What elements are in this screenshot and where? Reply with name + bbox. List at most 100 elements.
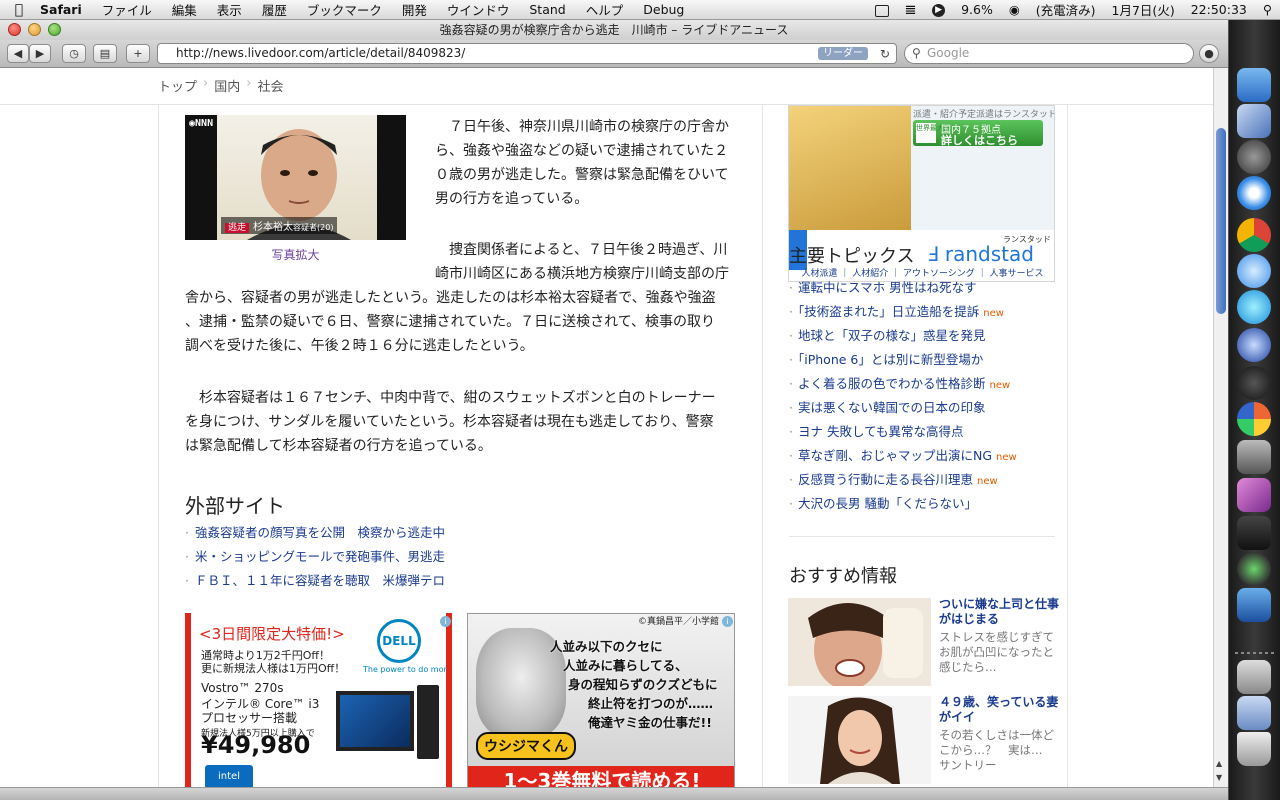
screen-share-icon[interactable] [867, 2, 897, 17]
topic-item-4[interactable]: · 「iPhone 6」とは別に新型登場か [789, 349, 987, 368]
dell-ad-cpu-2[interactable]: プロセッサー搭載 [201, 709, 297, 726]
menu-file[interactable]: ファイル [92, 0, 162, 19]
topic-item-9-text[interactable]: 反感買う行動に走る長谷川理恵 [798, 472, 973, 487]
recommended-2-title-line-1[interactable]: ４９歳、笑っている妻 [939, 695, 1058, 710]
scroll-up-arrow-icon[interactable]: ▲ [1216, 759, 1226, 769]
topic-item-9[interactable]: · 反感買う行動に走る長谷川理恵 new [789, 469, 998, 488]
trash-icon[interactable] [1237, 732, 1271, 766]
manga-ad[interactable]: ©真鍋昌平／小学館 人並み以下のクセに 人並みに暮らしてる、 身の程知らずのクズ… [467, 613, 735, 787]
external-link-1[interactable]: · 強姦容疑者の顔写真を公開 検察から逃走中 [185, 522, 445, 541]
topic-item-2[interactable]: · 「技術盗まれた」日立造船を提訴 new [789, 301, 1004, 320]
external-link-3-text[interactable]: ＦＢＩ、１１年に容疑者を聴取 米爆弾テロ [195, 573, 445, 588]
safari-icon[interactable] [1237, 176, 1271, 210]
randstad-cta-line-2[interactable]: 詳しくはこちら [941, 132, 1018, 148]
system-preferences-icon[interactable] [1237, 440, 1271, 474]
chrome-icon[interactable] [1237, 218, 1271, 252]
url-text[interactable]: http://news.livedoor.com/article/detail/… [176, 46, 465, 60]
manga-ad-line-5[interactable]: 俺達ヤミ金の仕事だ!! [588, 712, 712, 731]
dell-ad-banner[interactable]: <3日間限定大特価!> [199, 623, 345, 644]
dell-tagline[interactable]: The power to do more [363, 665, 446, 674]
manga-ad-line-2[interactable]: 人並みに暮らしてる、 [563, 655, 688, 674]
topic-item-7-text[interactable]: ヨナ 失敗しても異常な高得点 [798, 424, 963, 439]
dell-ad-price[interactable]: ¥49,980 [201, 731, 310, 759]
external-link-2-text[interactable]: 米・ショッピングモールで発砲事件、男逃走 [195, 549, 445, 564]
menu-stand[interactable]: Stand [519, 2, 575, 17]
randstad-logo-text[interactable]: randstad [945, 242, 1034, 266]
article-photo[interactable]: ◉NNN 逃走 杉本裕太容疑者(20) [185, 115, 406, 240]
speaker-icon[interactable] [1237, 140, 1271, 174]
zoom-window-button[interactable] [48, 23, 61, 36]
photo-enlarge-link[interactable]: 写真拡大 [185, 246, 406, 263]
wifi-icon[interactable]: ◉ [1001, 2, 1028, 17]
menu-date[interactable]: 1月7日(火) [1104, 0, 1183, 19]
randstad-logo[interactable]: Ⅎ randstad [927, 242, 1034, 266]
reader-button[interactable]: リーダー [818, 47, 868, 60]
dell-logo[interactable]: DELL [377, 619, 421, 663]
menu-time[interactable]: 22:50:33 [1183, 2, 1255, 17]
forward-button[interactable]: ▶ [29, 44, 51, 63]
breadcrumb-society[interactable]: 社会 [257, 76, 283, 95]
spotlight-icon[interactable]: ⚲ [1255, 2, 1280, 17]
randstad-photo[interactable] [789, 106, 911, 230]
randstad-cta-button[interactable]: 世界最大級 国内７５拠点 詳しくはこちら [913, 120, 1043, 148]
scroll-down-arrow-icon[interactable]: ▼ [1216, 773, 1226, 783]
dell-ad-model[interactable]: Vostro™ 270s [201, 681, 284, 695]
ad-choices-icon[interactable]: i [440, 616, 451, 627]
fork-icon[interactable]: 𝌆 [897, 2, 924, 17]
dell-tower-image[interactable] [417, 685, 439, 759]
colorsync-icon[interactable] [1237, 402, 1271, 436]
battery-status[interactable]: (充電済み) [1028, 0, 1104, 19]
topic-item-1-text[interactable]: 運転中にスマホ 男性はね死なす [798, 280, 977, 295]
bookmarks-book-icon[interactable]: ▤ [93, 44, 117, 63]
quicktime-icon[interactable] [1237, 290, 1271, 324]
recommended-1-image[interactable] [788, 598, 931, 686]
menu-debug[interactable]: Debug [633, 2, 694, 17]
recommended-2-image[interactable] [788, 696, 931, 784]
back-button[interactable]: ◀ [7, 44, 29, 63]
topic-item-10-text[interactable]: 大沢の長男 騒動「くだらない」 [798, 496, 977, 511]
topic-item-5-text[interactable]: よく着る服の色でわかる性格診断 [798, 376, 986, 391]
intel-badge[interactable]: intel inside [205, 765, 253, 787]
reload-icon[interactable]: ↻ [880, 45, 890, 64]
clock-icon[interactable] [1237, 366, 1271, 400]
topic-item-5[interactable]: · よく着る服の色でわかる性格診断 new [789, 373, 1010, 392]
breadcrumb-domestic[interactable]: 国内 [214, 76, 240, 95]
menu-window[interactable]: ウインドウ [437, 0, 520, 19]
manga-ad-line-1[interactable]: 人並み以下のクセに [550, 636, 663, 655]
external-link-1-text[interactable]: 強姦容疑者の顔写真を公開 検察から逃走中 [195, 525, 445, 540]
downloads-button[interactable]: ● [1199, 44, 1219, 63]
dell-ad[interactable]: <3日間限定大特価!> 通常時より1万2千円Off！ 更に新規法人様は1万円Of… [185, 613, 452, 787]
menu-bookmarks[interactable]: ブックマーク [297, 0, 392, 19]
external-link-3[interactable]: · ＦＢＩ、１１年に容疑者を聴取 米爆弾テロ [185, 570, 445, 589]
topic-item-4-text[interactable]: 「iPhone 6」とは別に新型登場か [798, 352, 983, 367]
ad-choices-icon[interactable]: i [722, 616, 733, 627]
topic-item-3-text[interactable]: 地球と「双子の様な」惑星を発見 [798, 328, 986, 343]
recommended-2-title-line-2[interactable]: がイイ [939, 710, 975, 725]
recommended-1-title-line-1[interactable]: ついに嫌な上司と仕事 [939, 597, 1059, 612]
topic-item-8[interactable]: · 草なぎ剛、おじゃマップ出演にNG new [789, 445, 1017, 464]
aperture-pro-icon[interactable] [1237, 478, 1271, 512]
add-bookmark-button[interactable]: + [126, 44, 150, 63]
topic-item-1[interactable]: · 運転中にスマホ 男性はね死なす [789, 277, 981, 296]
dell-monitor-image[interactable] [336, 691, 414, 751]
topic-item-8-text[interactable]: 草なぎ剛、おじゃマップ出演にNG [798, 448, 992, 463]
close-window-button[interactable] [8, 23, 21, 36]
scrollbar-thumb[interactable] [1216, 128, 1226, 314]
manga-ad-line-3[interactable]: 身の程知らずのクズどもに [568, 674, 718, 693]
address-bar[interactable]: http://news.livedoor.com/article/detail/… [157, 43, 897, 64]
randstad-snippet[interactable]: 派遣・紹介予定派遣はランスタッド [913, 107, 1054, 120]
breadcrumb-top[interactable]: トップ [158, 76, 197, 95]
preview-stamp-icon[interactable] [1237, 104, 1271, 138]
topic-item-2-text[interactable]: 「技術盗まれた」日立造船を提訴 [798, 304, 979, 319]
manga-free-banner[interactable]: 1〜3巻無料で読める! [468, 766, 734, 787]
minimize-window-button[interactable] [28, 23, 41, 36]
manga-ad-line-4[interactable]: 終止符を打つのが…… [588, 693, 713, 712]
downloads-stack-icon[interactable] [1237, 660, 1271, 694]
menu-edit[interactable]: 編集 [162, 0, 207, 19]
app-menu[interactable]: Safari [38, 2, 92, 17]
history-clock-icon[interactable]: ◷ [62, 44, 86, 63]
external-link-2[interactable]: · 米・ショッピングモールで発砲事件、男逃走 [185, 546, 445, 565]
topic-item-3[interactable]: · 地球と「双子の様な」惑星を発見 [789, 325, 990, 344]
finder-icon[interactable] [1237, 68, 1271, 102]
time-machine-icon[interactable] [1237, 552, 1271, 586]
